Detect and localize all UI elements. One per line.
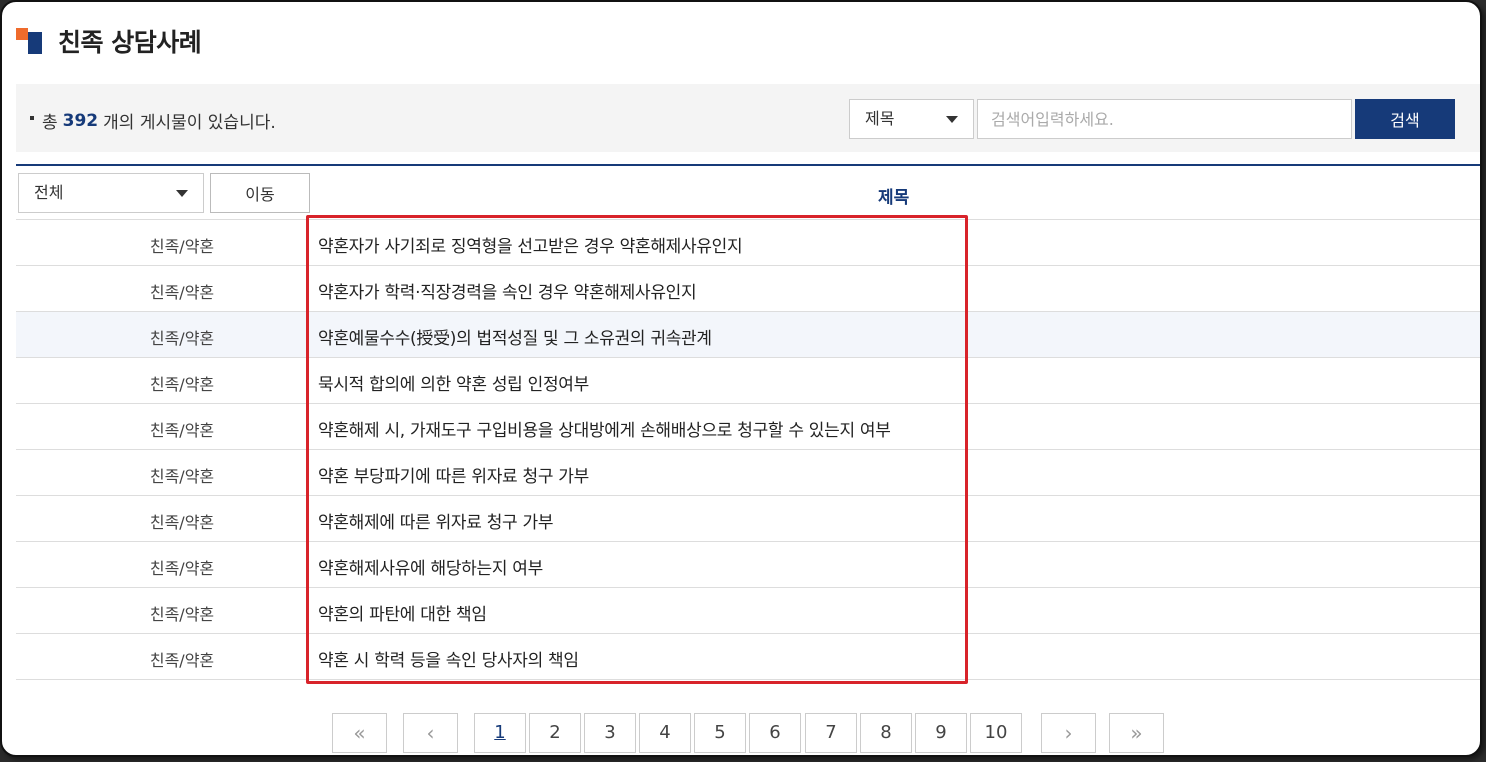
prev-page-button[interactable]: ‹: [403, 713, 458, 753]
row-category: 친족/약혼: [149, 467, 215, 486]
row-category: 친족/약혼: [149, 375, 215, 394]
search-field-value: 제목: [865, 109, 895, 128]
page-button-9[interactable]: 9: [915, 713, 967, 753]
table-row[interactable]: 친족/약혼 약혼의 파탄에 대한 책임: [16, 588, 1480, 634]
page-button-5[interactable]: 5: [694, 713, 746, 753]
row-category: 친족/약혼: [149, 605, 215, 624]
page-header: 친족 상담사례: [16, 26, 202, 57]
post-list: 친족/약혼 약혼자가 사기죄로 징역형을 선고받은 경우 약혼해제사유인지 친족…: [16, 220, 1480, 680]
app-window: 친족 상담사례 총 392 개의 게시물이 있습니다. 제목 검색 전체 이동 …: [0, 0, 1482, 757]
page-button-3[interactable]: 3: [584, 713, 636, 753]
row-subject-link[interactable]: 약혼 시 학력 등을 속인 당사자의 책임: [318, 646, 579, 671]
table-row[interactable]: 친족/약혼 약혼해제 시, 가재도구 구입비용을 상대방에게 손해배상으로 청구…: [16, 404, 1480, 450]
row-subject-link[interactable]: 약혼자가 사기죄로 징역형을 선고받은 경우 약혼해제사유인지: [318, 232, 743, 257]
row-category: 친족/약혼: [149, 421, 215, 440]
count-suffix: 개의 게시물이 있습니다.: [103, 113, 276, 133]
next-page-button[interactable]: ›: [1041, 713, 1096, 753]
table-row[interactable]: 친족/약혼 약혼 부당파기에 따른 위자료 청구 가부: [16, 450, 1480, 496]
row-subject-link[interactable]: 약혼 부당파기에 따른 위자료 청구 가부: [318, 462, 589, 487]
count-prefix: 총: [42, 113, 58, 133]
table-row[interactable]: 친족/약혼 약혼자가 사기죄로 징역형을 선고받은 경우 약혼해제사유인지: [16, 220, 1480, 266]
row-subject-link[interactable]: 약혼의 파탄에 대한 책임: [318, 600, 487, 625]
logo-navy-block: [28, 32, 42, 54]
post-count: 총 392 개의 게시물이 있습니다.: [30, 108, 276, 133]
row-category: 친족/약혼: [149, 329, 215, 348]
pagination: « ‹ 1 2 3 4 5 6 7 8 9 10 › »: [2, 713, 1480, 753]
table-row[interactable]: 친족/약혼 약혼자가 학력·직장경력을 속인 경우 약혼해제사유인지: [16, 266, 1480, 312]
page-title: 친족 상담사례: [58, 28, 202, 57]
brand-logo-icon: [16, 28, 42, 54]
row-subject-link[interactable]: 묵시적 합의에 의한 약혼 성립 인정여부: [318, 370, 589, 395]
table-row[interactable]: 친족/약혼 약혼 시 학력 등을 속인 당사자의 책임: [16, 634, 1480, 680]
table-header: 전체 이동 제목: [16, 166, 1480, 220]
category-value: 전체: [34, 183, 64, 202]
search-input[interactable]: [977, 99, 1352, 139]
row-subject-link[interactable]: 약혼해제사유에 해당하는지 여부: [318, 554, 543, 579]
row-category: 친족/약혼: [149, 513, 215, 532]
page-button-7[interactable]: 7: [805, 713, 857, 753]
row-subject-link[interactable]: 약혼예물수수(授受)의 법적성질 및 그 소유권의 귀속관계: [318, 324, 712, 349]
table-row[interactable]: 친족/약혼 묵시적 합의에 의한 약혼 성립 인정여부: [16, 358, 1480, 404]
row-category: 친족/약혼: [149, 651, 215, 670]
bullet-icon: [30, 115, 34, 120]
page-button-8[interactable]: 8: [860, 713, 912, 753]
search-bar: 총 392 개의 게시물이 있습니다. 제목 검색: [16, 84, 1480, 152]
page-button-2[interactable]: 2: [529, 713, 581, 753]
logo-orange-square: [16, 28, 28, 40]
category-select[interactable]: 전체: [18, 173, 204, 213]
row-category: 친족/약혼: [149, 237, 215, 256]
first-page-button[interactable]: «: [332, 713, 387, 753]
row-category: 친족/약혼: [149, 559, 215, 578]
row-subject-link[interactable]: 약혼자가 학력·직장경력을 속인 경우 약혼해제사유인지: [318, 278, 697, 303]
page-button-10[interactable]: 10: [970, 713, 1022, 753]
row-subject-link[interactable]: 약혼해제에 따른 위자료 청구 가부: [318, 508, 553, 533]
caret-down-icon: [946, 116, 958, 123]
page-button-6[interactable]: 6: [749, 713, 801, 753]
row-category: 친족/약혼: [149, 283, 215, 302]
last-page-button[interactable]: »: [1109, 713, 1164, 753]
page-button-1[interactable]: 1: [474, 713, 526, 753]
page-button-4[interactable]: 4: [639, 713, 691, 753]
caret-down-icon: [176, 190, 188, 197]
search-button[interactable]: 검색: [1355, 99, 1455, 139]
search-field-select[interactable]: 제목: [849, 99, 974, 139]
table-row[interactable]: 친족/약혼 약혼해제에 따른 위자료 청구 가부: [16, 496, 1480, 542]
move-button[interactable]: 이동: [210, 173, 310, 213]
table-row[interactable]: 친족/약혼 약혼해제사유에 해당하는지 여부: [16, 542, 1480, 588]
table-row[interactable]: 친족/약혼 약혼예물수수(授受)의 법적성질 및 그 소유권의 귀속관계: [16, 312, 1480, 358]
count-number: 392: [62, 110, 99, 131]
subject-column-header: 제목: [878, 188, 910, 208]
row-subject-link[interactable]: 약혼해제 시, 가재도구 구입비용을 상대방에게 손해배상으로 청구할 수 있는…: [318, 416, 891, 441]
